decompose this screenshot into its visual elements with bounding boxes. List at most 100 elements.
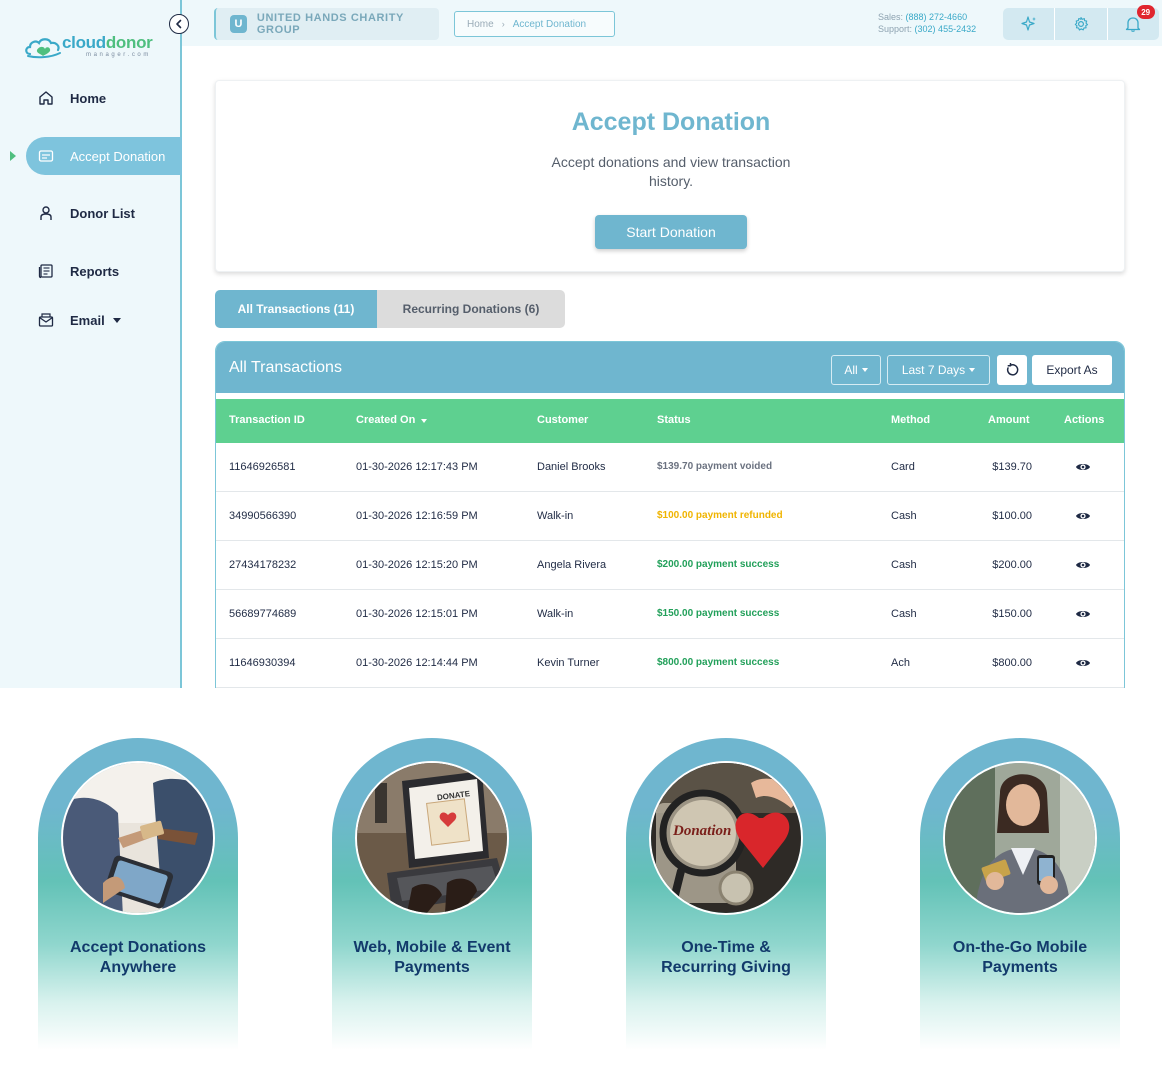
notifications-button[interactable]: 29 xyxy=(1108,5,1159,40)
cell-amount: $200.00 xyxy=(992,559,1032,571)
photo-donation-jar-heart: Donation xyxy=(649,761,803,915)
view-eye-icon[interactable] xyxy=(1075,656,1091,670)
feature-card-one-time-recurring: Donation One-Time & Recurring Giving xyxy=(626,738,826,1050)
cell-status: $200.00 payment success xyxy=(657,559,780,570)
notification-count-badge: 29 xyxy=(1136,5,1155,19)
cell-created-on: 01-30-2026 12:16:59 PM xyxy=(356,510,478,522)
cell-transaction-id: 34990566390 xyxy=(229,510,297,522)
sidebar-item-label: Home xyxy=(70,90,107,106)
cell-customer: Angela Rivera xyxy=(537,559,607,571)
photo-laptop-donate-screen: DONATE xyxy=(355,761,509,915)
page-subtitle: Accept donations and view transaction hi… xyxy=(551,154,791,189)
chevron-down-icon xyxy=(969,368,976,372)
org-avatar: U xyxy=(230,15,247,33)
organization-selector[interactable]: U UNITED HANDS CHARITY GROUP xyxy=(214,8,439,40)
sales-label: Sales: xyxy=(878,12,904,22)
cell-status: $800.00 payment success xyxy=(657,657,780,668)
contact-info: Sales: (888) 272-4660 Support: (302) 455… xyxy=(878,11,976,35)
view-eye-icon[interactable] xyxy=(1075,607,1091,621)
feature-card-on-the-go-mobile: On-the-Go Mobile Payments xyxy=(920,738,1120,1050)
view-eye-icon[interactable] xyxy=(1075,460,1091,474)
cell-method: Cash xyxy=(891,510,917,522)
breadcrumb-home[interactable]: Home xyxy=(467,19,494,30)
table-row: 34990566390 01-30-2026 12:16:59 PM Walk-… xyxy=(216,492,1124,541)
column-header-method[interactable]: Method xyxy=(891,414,930,426)
sales-number[interactable]: (888) 272-4660 xyxy=(906,12,968,22)
sidebar-item-accept-donation[interactable]: Accept Donation xyxy=(26,137,182,175)
sidebar: clouddonor manager.com Home Accept Donat… xyxy=(0,0,182,688)
support-number[interactable]: (302) 455-2432 xyxy=(915,24,977,34)
top-header: U UNITED HANDS CHARITY GROUP Home › Acce… xyxy=(182,0,1162,46)
sort-desc-icon xyxy=(421,419,428,423)
table-row: 56689774689 01-30-2026 12:15:01 PM Walk-… xyxy=(216,590,1124,639)
cell-customer: Kevin Turner xyxy=(537,657,600,669)
logo-wordmark: clouddonor xyxy=(62,33,153,52)
sidebar-item-home[interactable]: Home xyxy=(26,79,182,117)
refresh-button[interactable] xyxy=(997,355,1027,385)
cell-customer: Daniel Brooks xyxy=(537,461,606,473)
feature-title: One-Time & Recurring Giving xyxy=(661,939,791,976)
transactions-title: All Transactions xyxy=(229,359,342,376)
sidebar-item-donor-list[interactable]: Donor List xyxy=(26,194,182,232)
chevron-down-icon xyxy=(861,368,868,372)
photo-card-payment-handoff xyxy=(61,761,215,915)
date-range-dropdown[interactable]: Last 7 Days xyxy=(887,355,990,385)
table-row: 27434178232 01-30-2026 12:15:20 PM Angel… xyxy=(216,541,1124,590)
cell-method: Cash xyxy=(891,608,917,620)
cell-transaction-id: 56689774689 xyxy=(229,608,297,620)
table-row: 11646930394 01-30-2026 12:14:44 PM Kevin… xyxy=(216,639,1124,688)
sidebar-collapse-button[interactable] xyxy=(169,14,189,34)
column-header-actions: Actions xyxy=(1064,414,1105,426)
settings-button[interactable] xyxy=(1055,8,1108,40)
transactions-panel: All Transactions All Last 7 Days Export … xyxy=(215,341,1125,688)
date-range-value: Last 7 Days xyxy=(901,363,966,377)
logo[interactable]: clouddonor manager.com xyxy=(24,32,153,60)
report-icon xyxy=(38,263,54,279)
column-header-customer[interactable]: Customer xyxy=(537,414,588,426)
start-donation-button[interactable]: Start Donation xyxy=(595,215,747,249)
page-title: Accept Donation xyxy=(571,108,771,136)
header-actions: 29 xyxy=(1003,5,1159,40)
sidebar-item-label: Accept Donation xyxy=(70,148,166,164)
sparkle-button[interactable] xyxy=(1003,8,1056,40)
cell-customer: Walk-in xyxy=(537,510,574,522)
sidebar-item-email[interactable]: Email xyxy=(26,301,182,339)
cell-status: $100.00 payment refunded xyxy=(657,510,783,521)
tab-all-transactions[interactable]: All Transactions (11) xyxy=(215,290,377,328)
breadcrumb-current: Accept Donation xyxy=(512,18,587,30)
sidebar-item-label: Reports xyxy=(70,263,120,279)
export-as-button[interactable]: Export As xyxy=(1032,355,1112,385)
sparkle-icon xyxy=(1021,16,1036,31)
cell-created-on: 01-30-2026 12:15:01 PM xyxy=(356,608,478,620)
feature-title: On-the-Go Mobile Payments xyxy=(952,939,1088,976)
column-header-status[interactable]: Status xyxy=(657,414,691,426)
table-header: Transaction ID Created On Customer Statu… xyxy=(216,399,1124,443)
view-eye-icon[interactable] xyxy=(1075,558,1091,572)
feature-title: Web, Mobile & Event Payments xyxy=(353,939,511,976)
sidebar-item-reports[interactable]: Reports xyxy=(26,252,182,290)
sidebar-item-label: Email xyxy=(70,312,105,328)
column-header-transaction-id[interactable]: Transaction ID xyxy=(229,414,305,426)
column-header-created-on[interactable]: Created On xyxy=(356,414,428,426)
cell-amount: $100.00 xyxy=(992,510,1032,522)
cell-method: Cash xyxy=(891,559,917,571)
tab-recurring-donations[interactable]: Recurring Donations (6) xyxy=(377,290,565,328)
transactions-header: All Transactions All Last 7 Days Export … xyxy=(216,342,1124,393)
transaction-tabs: All Transactions (11) Recurring Donation… xyxy=(215,290,565,328)
cell-status: $139.70 payment voided xyxy=(657,461,773,472)
column-header-amount[interactable]: Amount xyxy=(988,414,1030,426)
cell-created-on: 01-30-2026 12:14:44 PM xyxy=(356,657,478,669)
breadcrumb-separator-icon: › xyxy=(501,19,505,29)
logo-tagline: manager.com xyxy=(86,52,151,58)
chevron-down-icon xyxy=(112,317,121,323)
refresh-icon xyxy=(1006,363,1019,376)
cell-amount: $800.00 xyxy=(992,657,1032,669)
cloud-logo-icon xyxy=(25,38,61,59)
cell-created-on: 01-30-2026 12:17:43 PM xyxy=(356,461,478,473)
view-eye-icon[interactable] xyxy=(1075,509,1091,523)
sidebar-item-label: Donor List xyxy=(70,205,135,221)
home-icon xyxy=(38,90,54,106)
user-icon xyxy=(38,205,54,221)
cell-status: $150.00 payment success xyxy=(657,608,780,619)
status-filter-dropdown[interactable]: All xyxy=(831,355,881,385)
